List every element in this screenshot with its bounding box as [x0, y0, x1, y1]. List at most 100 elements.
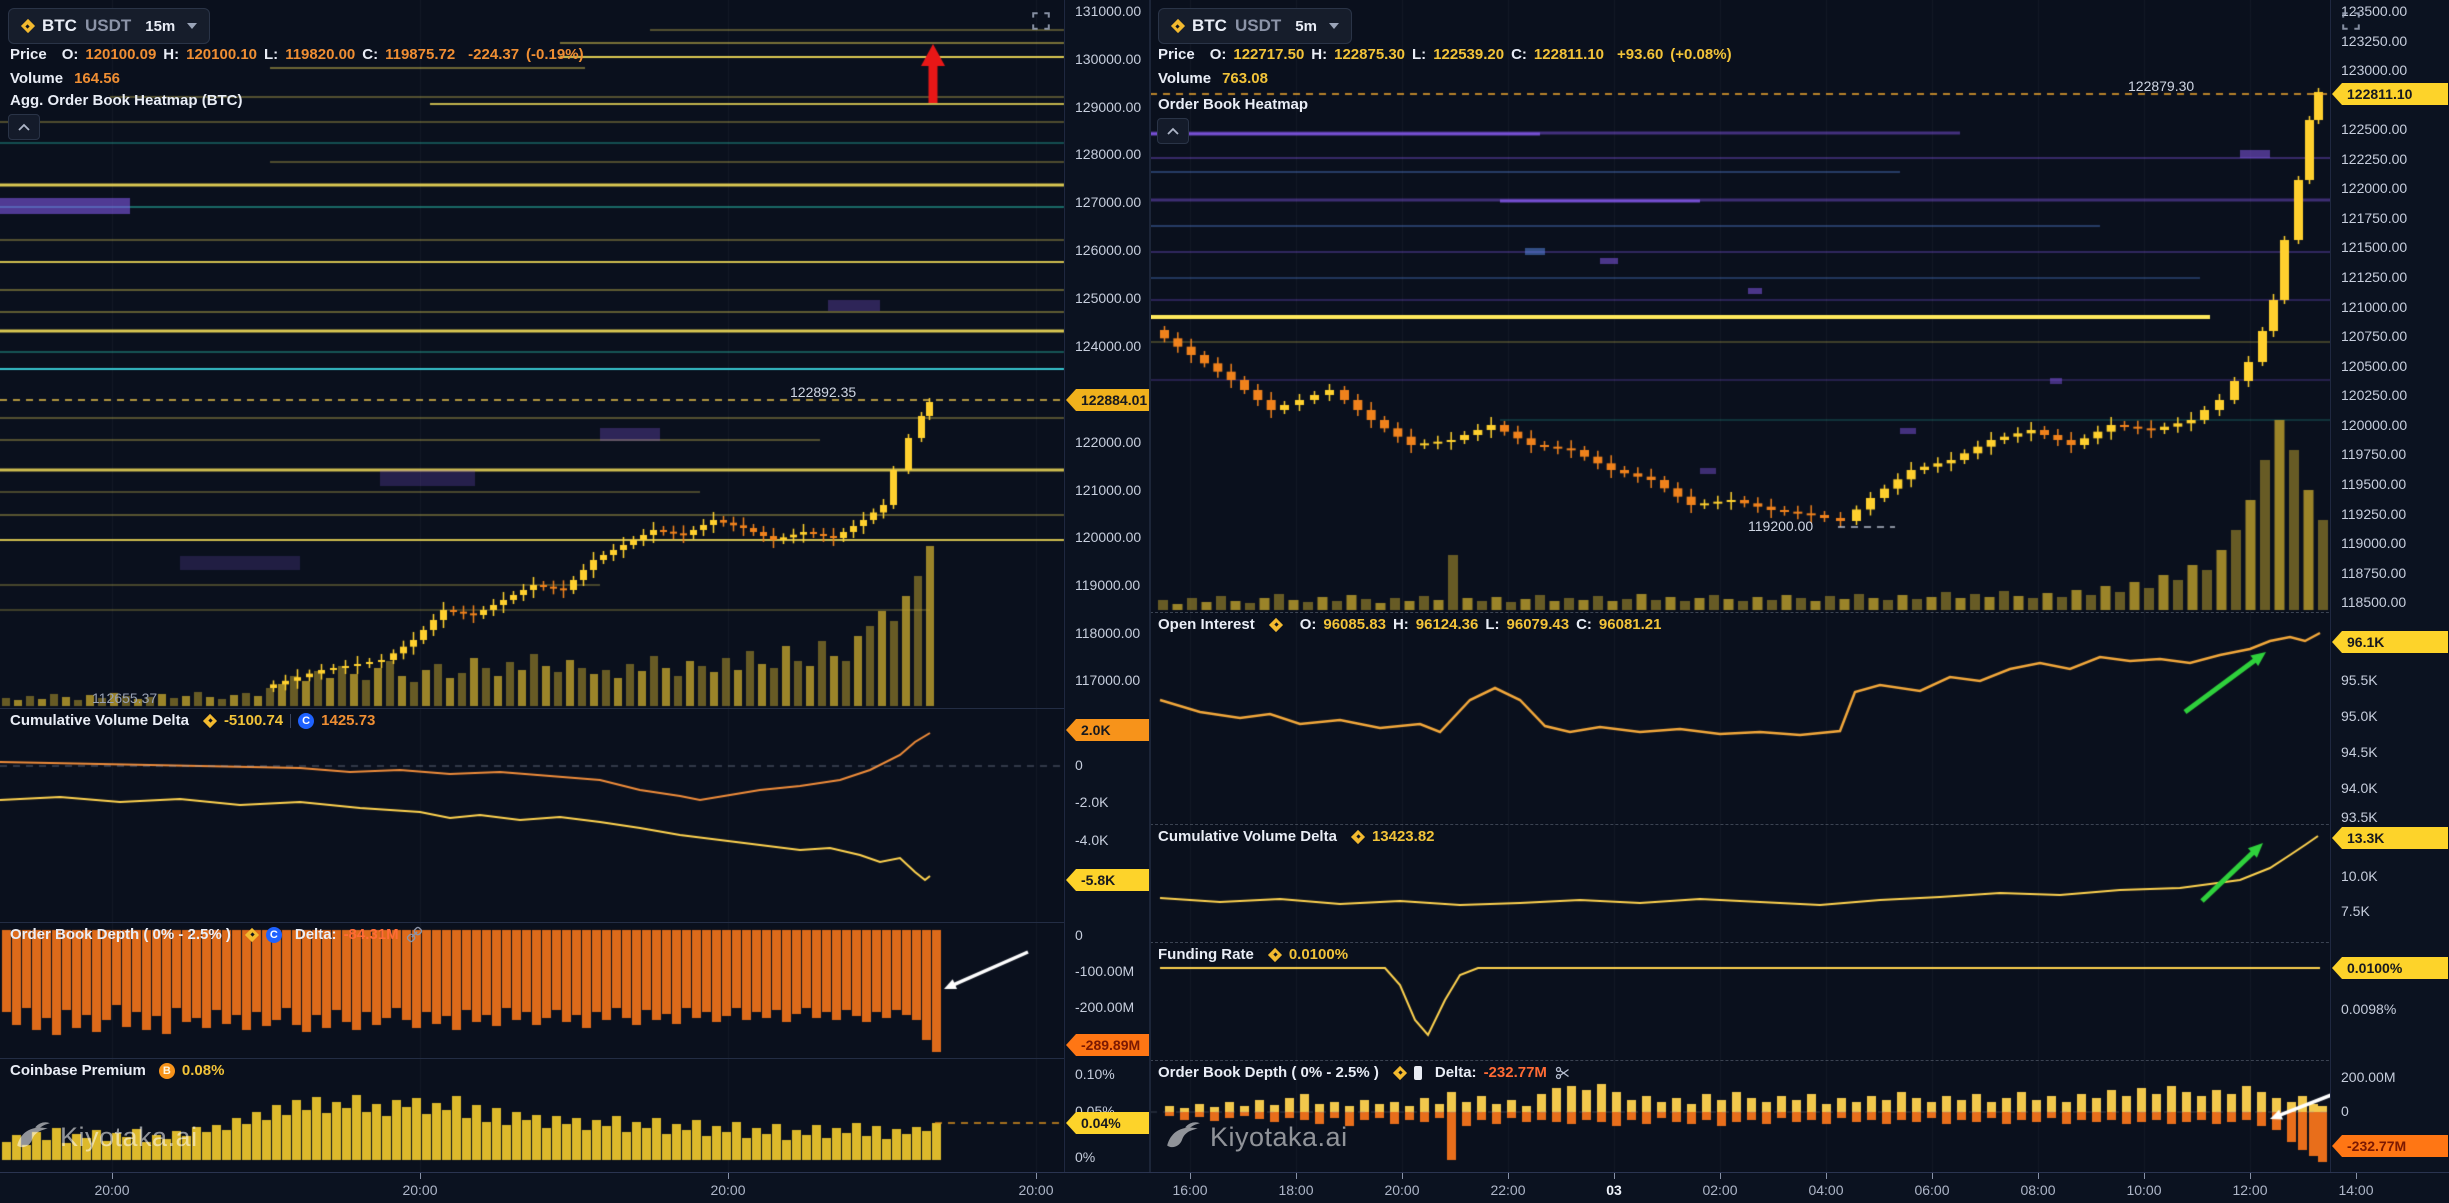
- collapse-button-right[interactable]: [1157, 118, 1189, 144]
- time-tick: [2038, 1173, 2039, 1179]
- collapse-button-left[interactable]: [8, 114, 40, 140]
- funding-header: Funding Rate 0.0100%: [1158, 946, 1348, 963]
- axis-tick: 94.5K: [2341, 744, 2378, 762]
- axis-tick: 93.5K: [2341, 809, 2378, 827]
- cvd-header-left: Cumulative Volume Delta -5100.74 C 1425.…: [10, 712, 375, 729]
- exchange-icon: [1414, 1066, 1422, 1080]
- axis-tick: 130000.00: [1075, 51, 1141, 69]
- time-label: 20:00: [388, 1182, 452, 1198]
- panel-separator: [0, 922, 1150, 923]
- interval-label: 5m: [1295, 18, 1317, 35]
- axis-tick: 120000.00: [1075, 529, 1141, 547]
- open-value: 122717.50: [1233, 46, 1304, 63]
- change-value: -224.37: [468, 46, 519, 63]
- right-price-axis[interactable]: 123500.00123250.00123000.00122500.001222…: [2330, 0, 2449, 1172]
- cvd-value: 13423.82: [1372, 828, 1435, 845]
- axis-badge: 122884.01: [1066, 389, 1149, 411]
- axis-tick: 119000.00: [1075, 577, 1140, 595]
- symbol-base: BTC: [42, 16, 77, 36]
- time-tick: [112, 1173, 113, 1179]
- time-tick: [2356, 1173, 2357, 1179]
- funding-value: 0.0100%: [1289, 946, 1348, 963]
- volume-label: Volume: [10, 70, 63, 87]
- low-value: 122539.20: [1433, 46, 1504, 63]
- price-ohlc-row-right: Price O: 122717.50 H: 122875.30 L: 12253…: [1158, 46, 1732, 63]
- close-value: 119875.72: [385, 46, 455, 63]
- volume-value: 763.08: [1222, 70, 1268, 87]
- axis-tick: 0.0098%: [2341, 1001, 2396, 1019]
- open-value: 120100.09: [85, 46, 156, 63]
- left-price-axis[interactable]: 131000.00130000.00129000.00128000.001270…: [1064, 0, 1151, 1172]
- change-value: +93.60: [1617, 46, 1663, 63]
- price-marker: 122892.35: [790, 384, 856, 400]
- kiyotaka-watermark-left: Kiyotaka.ai: [14, 1120, 198, 1154]
- time-tick: [1402, 1173, 1403, 1179]
- time-label: 08:00: [2006, 1182, 2070, 1198]
- axis-badge: -289.89M: [1066, 1034, 1149, 1056]
- time-label: 20:00: [80, 1182, 144, 1198]
- delta-value: -232.77M: [1484, 1064, 1547, 1081]
- oi-open-value: 96085.83: [1323, 616, 1386, 633]
- binance-icon: [1394, 1066, 1407, 1079]
- axis-tick: 117000.00: [1075, 672, 1140, 690]
- time-tick: [728, 1173, 729, 1179]
- time-axis[interactable]: 20:0020:0020:0020:0016:0018:0020:0022:00…: [0, 1172, 2449, 1203]
- axis-tick: 122500.00: [2341, 121, 2407, 139]
- time-tick: [1614, 1173, 1615, 1179]
- watermark-text: Kiyotaka.ai: [60, 1122, 198, 1153]
- axis-tick: 119250.00: [2341, 506, 2406, 524]
- fullscreen-button-right[interactable]: [2338, 8, 2364, 34]
- axis-tick: 120500.00: [2341, 358, 2407, 376]
- high-label: H:: [1311, 46, 1327, 63]
- axis-tick: 200.00M: [2341, 1069, 2395, 1087]
- binance-icon: [1171, 20, 1184, 33]
- price-marker: 112655.37: [92, 690, 157, 706]
- time-tick: [1720, 1173, 1721, 1179]
- axis-badge: 122811.10: [2332, 83, 2448, 105]
- axis-tick: 0: [1075, 757, 1083, 775]
- axis-badge: 96.1K: [2332, 631, 2448, 653]
- fullscreen-button-left[interactable]: [1028, 8, 1054, 34]
- panel-separator: [1150, 1060, 2449, 1061]
- chevron-down-icon: [187, 23, 197, 29]
- oi-high-label: H:: [1393, 616, 1409, 633]
- symbol-selector-right[interactable]: BTC USDT 5m: [1158, 8, 1352, 44]
- panel-separator: [0, 708, 1150, 709]
- symbol-selector-left[interactable]: BTC USDT 15m: [8, 8, 210, 44]
- price-marker: 122879.30: [2128, 78, 2194, 94]
- axis-tick: 95.5K: [2341, 672, 2378, 690]
- axis-tick: 119500.00: [2341, 476, 2406, 494]
- time-label: 20:00: [1370, 1182, 1434, 1198]
- price-ohlc-row-left: Price O: 120100.09 H: 120100.10 L: 11982…: [10, 46, 584, 63]
- bitcoin-icon: B: [159, 1063, 175, 1079]
- scissors-icon[interactable]: [1554, 1065, 1572, 1081]
- fullscreen-icon: [2341, 11, 2361, 31]
- change-percent: (-0.19%): [526, 46, 584, 63]
- axis-tick: 0%: [1075, 1149, 1095, 1167]
- symbol-quote: USDT: [85, 16, 131, 36]
- oi-close-label: C:: [1576, 616, 1592, 633]
- cvd-coinbase-value: 1425.73: [321, 712, 375, 729]
- axis-tick: 121750.00: [2341, 210, 2407, 228]
- time-label: 22:00: [1476, 1182, 1540, 1198]
- heatmap-title-right: Order Book Heatmap: [1158, 96, 1308, 113]
- axis-tick: 0: [2341, 1103, 2349, 1121]
- axis-tick: 121250.00: [2341, 269, 2407, 287]
- obd-title: Order Book Depth ( 0% - 2.5% ): [1158, 1064, 1379, 1081]
- chevron-down-icon: [1329, 23, 1339, 29]
- low-value: 119820.00: [285, 46, 355, 63]
- link-icon[interactable]: [406, 926, 423, 943]
- chart-canvas[interactable]: [0, 0, 2449, 1203]
- oi-open-label: O:: [1300, 616, 1317, 633]
- premium-header-left: Coinbase Premium B 0.08%: [10, 1062, 224, 1079]
- axis-tick: 121000.00: [1075, 482, 1141, 500]
- time-label: 03: [1582, 1182, 1646, 1198]
- delta-label: Delta:: [1435, 1064, 1477, 1081]
- axis-badge: 13.3K: [2332, 827, 2448, 849]
- symbol-quote: USDT: [1235, 16, 1281, 36]
- axis-badge: -5.8K: [1066, 869, 1149, 891]
- time-label: 06:00: [1900, 1182, 1964, 1198]
- cvd-title: Cumulative Volume Delta: [1158, 828, 1337, 845]
- axis-tick: 122000.00: [1075, 434, 1141, 452]
- time-tick: [1932, 1173, 1933, 1179]
